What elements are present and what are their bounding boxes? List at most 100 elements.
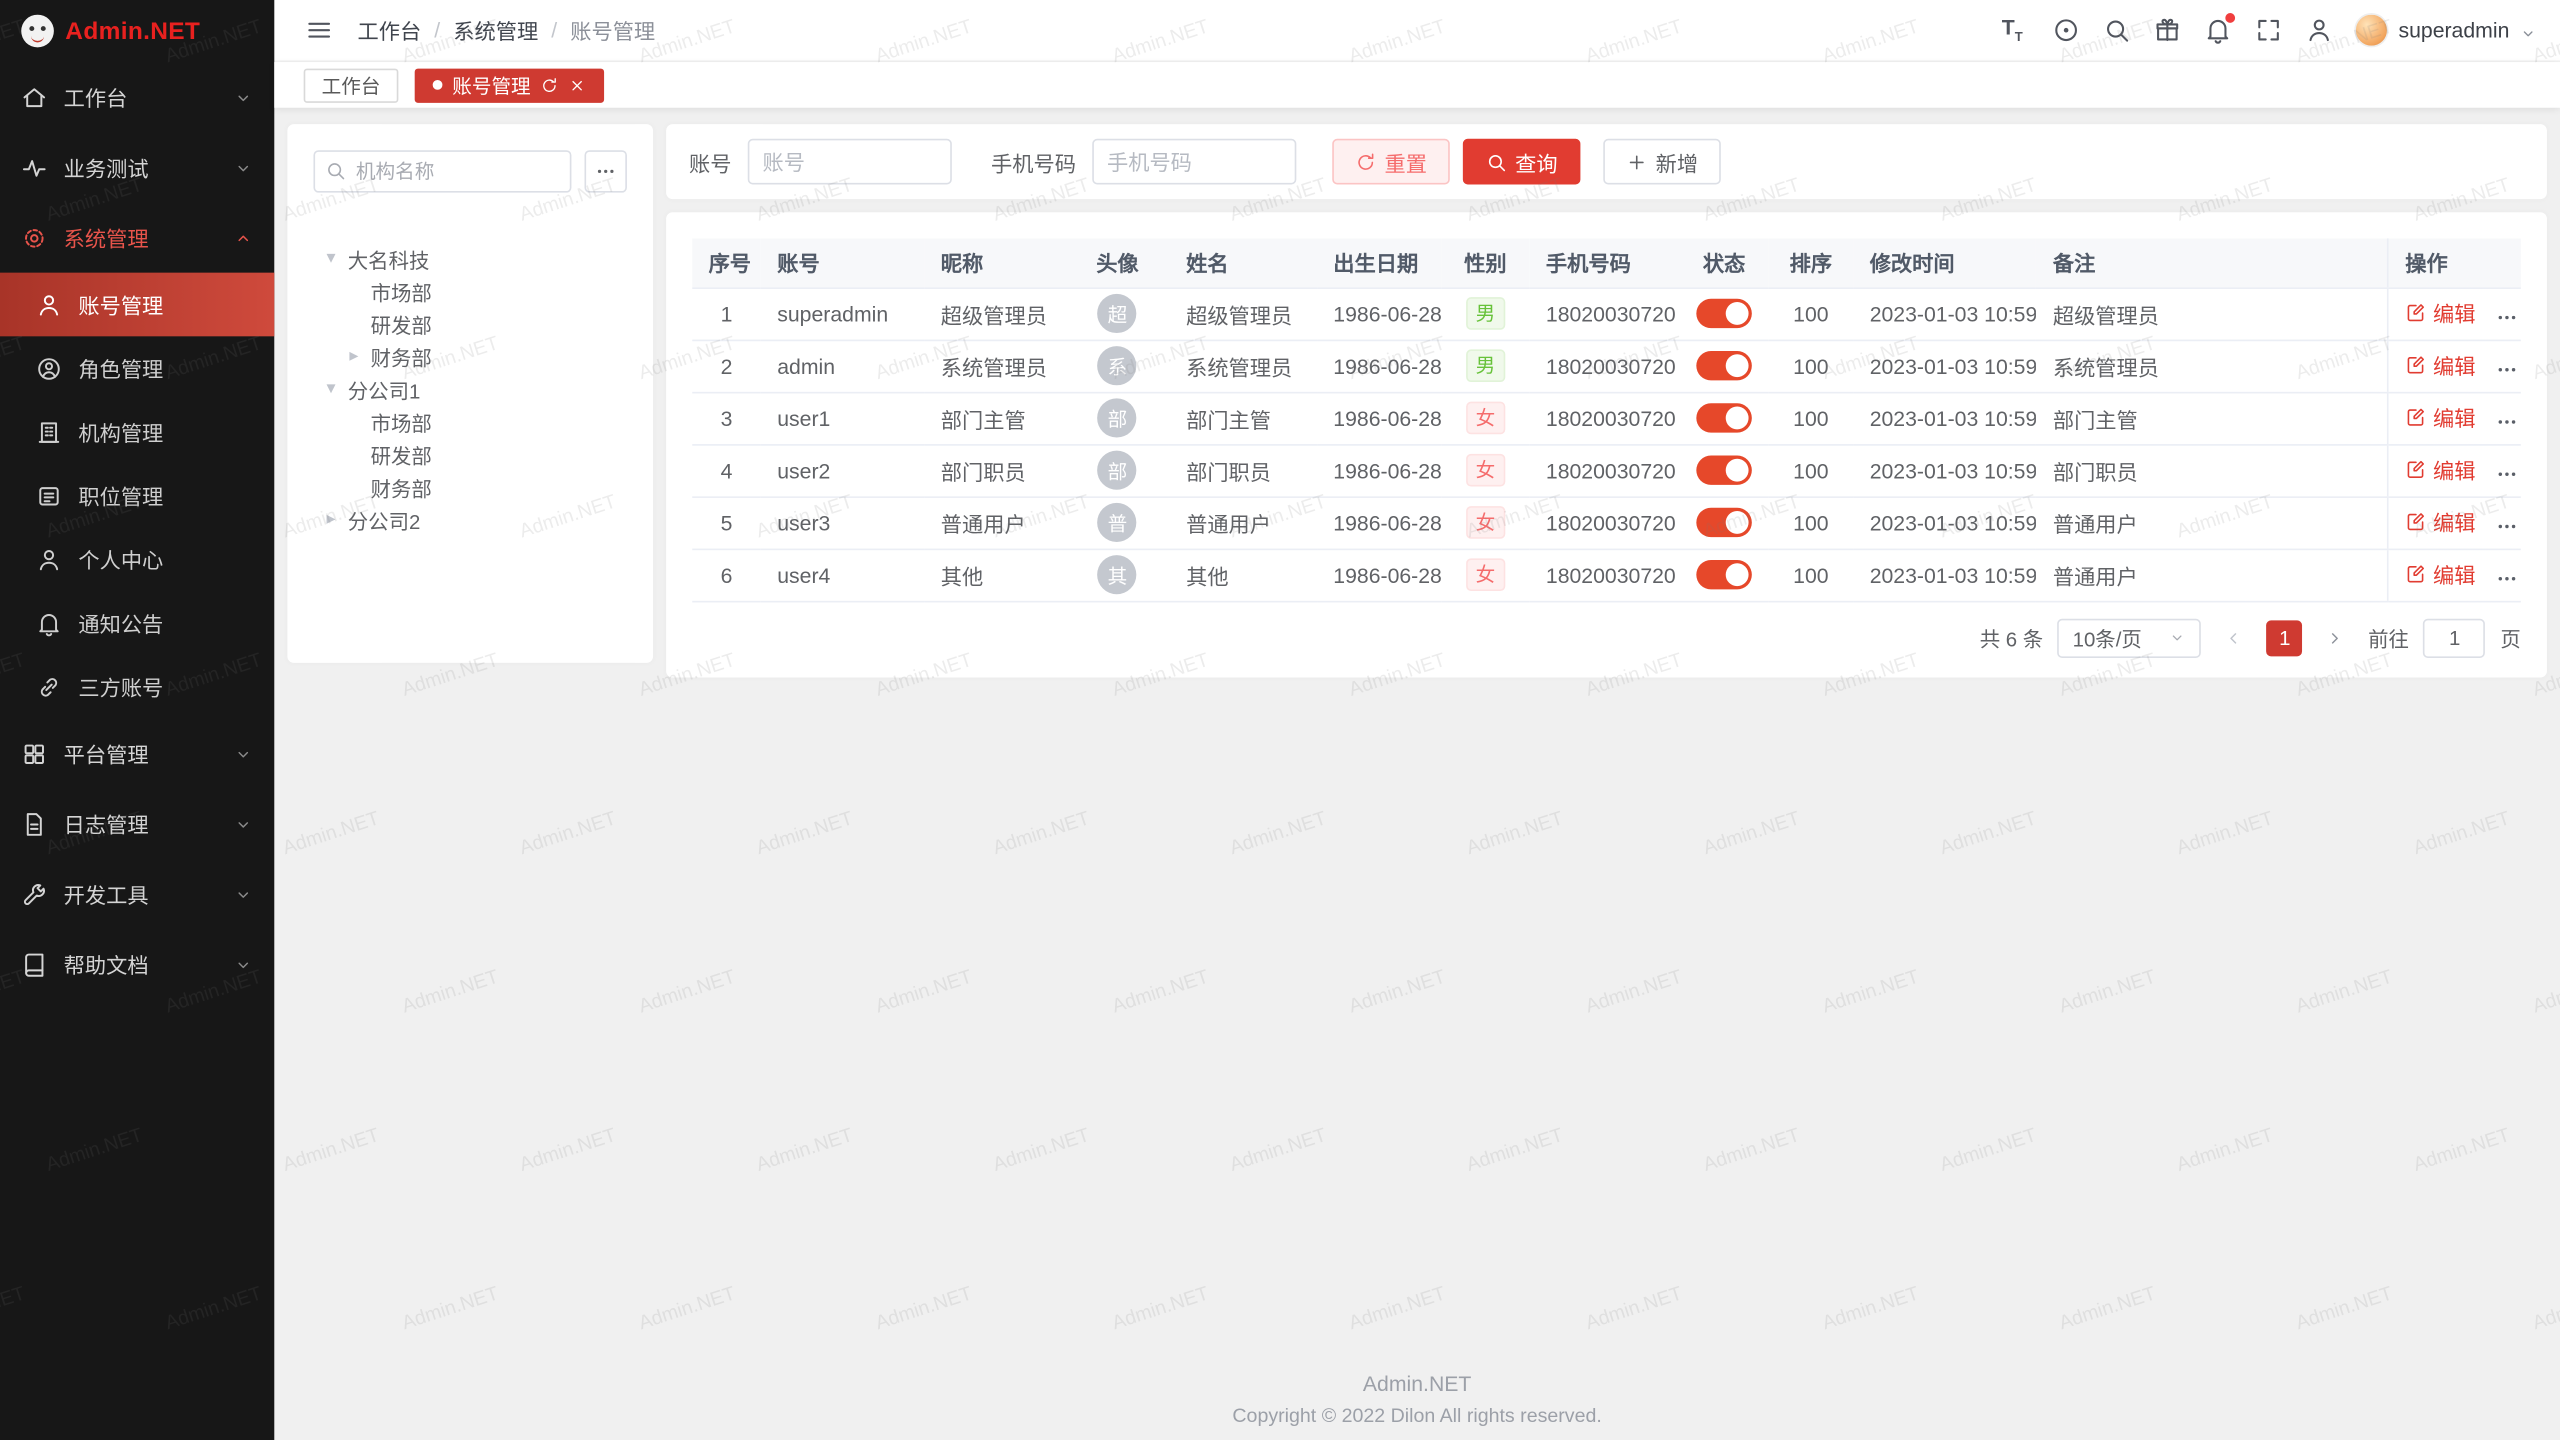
org-more-button[interactable] xyxy=(584,150,626,192)
sidebar-item-personal-center[interactable]: 个人中心 xyxy=(0,527,274,591)
tree-caret-icon[interactable]: ▾ xyxy=(327,380,348,398)
tree-node[interactable]: 市场部 xyxy=(313,405,626,438)
footer-title: Admin.NET xyxy=(274,1371,2560,1395)
account-input[interactable] xyxy=(748,139,952,185)
tab-workbench[interactable]: 工作台 xyxy=(304,68,399,102)
status-toggle[interactable] xyxy=(1696,508,1752,537)
tree-node[interactable]: 研发部 xyxy=(313,438,626,471)
tree-caret-icon[interactable]: ▸ xyxy=(349,347,370,365)
notifications-button[interactable] xyxy=(2196,8,2240,52)
tree-node[interactable]: 研发部 xyxy=(313,307,626,340)
tree-node[interactable]: 财务部 xyxy=(313,470,626,503)
status-toggle[interactable] xyxy=(1696,403,1752,432)
breadcrumb-item[interactable]: 工作台 xyxy=(358,15,422,46)
edit-button[interactable]: 编辑 xyxy=(2405,402,2475,433)
sidebar-item-label: 平台管理 xyxy=(64,738,149,769)
dashboard-button[interactable] xyxy=(2044,8,2088,52)
reset-button[interactable]: 重置 xyxy=(1332,139,1450,185)
tab-refresh-button[interactable] xyxy=(540,76,558,94)
row-more-button[interactable] xyxy=(2495,514,2519,538)
right-column: 账号 手机号码 重置 查询 新增 序号账号昵称头像姓名出生日期性别手机号码 xyxy=(666,124,2547,677)
prev-page-button[interactable] xyxy=(2216,620,2252,656)
cell-remark: 部门职员 xyxy=(2037,444,2389,496)
search-button[interactable]: 查询 xyxy=(1463,139,1581,185)
edit-button[interactable]: 编辑 xyxy=(2405,349,2475,380)
font-size-icon: TT xyxy=(2002,16,2030,44)
edit-button[interactable]: 编辑 xyxy=(2405,506,2475,537)
next-page-button[interactable] xyxy=(2318,620,2354,656)
sidebar-item-third-party-account[interactable]: 三方账号 xyxy=(0,655,274,719)
sidebar-item-org-management[interactable]: 机构管理 xyxy=(0,400,274,464)
cell-birthdate: 1986-06-28 xyxy=(1317,444,1441,496)
chevron-right-icon xyxy=(2326,628,2346,648)
cell-remark: 部门主管 xyxy=(2037,392,2389,444)
phone-input[interactable] xyxy=(1092,139,1296,185)
grid-icon xyxy=(21,740,47,766)
theme-button[interactable] xyxy=(2145,8,2189,52)
sidebar-item-help-docs[interactable]: 帮助文档 xyxy=(0,929,274,999)
sidebar-item-position-management[interactable]: 职位管理 xyxy=(0,464,274,528)
sidebar-item-notice-announcement[interactable]: 通知公告 xyxy=(0,591,274,655)
bell-icon xyxy=(36,610,62,636)
status-toggle[interactable] xyxy=(1696,456,1752,485)
fullscreen-button[interactable] xyxy=(2247,8,2291,52)
edit-icon xyxy=(2405,511,2426,532)
sidebar-item-system-management[interactable]: 系统管理 xyxy=(0,202,274,272)
tree-caret-icon[interactable]: ▾ xyxy=(327,249,348,267)
status-toggle[interactable] xyxy=(1696,560,1752,589)
more-icon xyxy=(594,160,617,183)
cell-remark: 超级管理员 xyxy=(2037,287,2389,339)
app-logo[interactable]: Admin.NET xyxy=(0,0,274,62)
user-menu[interactable]: superadmin xyxy=(2354,13,2537,47)
tree-caret-icon[interactable]: ▸ xyxy=(327,510,348,528)
edit-button[interactable]: 编辑 xyxy=(2405,558,2475,589)
collapse-menu-button[interactable] xyxy=(297,8,341,52)
goto-page-input[interactable] xyxy=(2424,618,2486,657)
status-toggle[interactable] xyxy=(1696,351,1752,380)
org-search-input[interactable] xyxy=(313,150,571,192)
sidebar-item-platform-management[interactable]: 平台管理 xyxy=(0,718,274,788)
more-icon xyxy=(2495,410,2519,434)
row-more-button[interactable] xyxy=(2495,462,2519,486)
sidebar-item-role-management[interactable]: 角色管理 xyxy=(0,336,274,400)
cell-gender: 男 xyxy=(1441,340,1529,392)
page-size-select[interactable]: 10条/页 xyxy=(2058,618,2202,657)
edit-button[interactable]: 编辑 xyxy=(2405,297,2475,328)
tree-node[interactable]: ▾分公司1 xyxy=(313,372,626,405)
add-button-label: 新增 xyxy=(1656,146,1698,177)
edit-button-label: 编辑 xyxy=(2433,349,2475,380)
current-page[interactable]: 1 xyxy=(2267,620,2303,656)
tree-node[interactable]: ▸分公司2 xyxy=(313,503,626,536)
cell-name: 系统管理员 xyxy=(1170,340,1317,392)
tree-node[interactable]: 市场部 xyxy=(313,274,626,307)
tab-close-button[interactable] xyxy=(568,76,586,94)
cell-account: superadmin xyxy=(761,287,925,339)
table-row: 3user1部门主管部部门主管1986-06-28女18020030720100… xyxy=(692,392,2521,444)
row-more-button[interactable] xyxy=(2495,358,2519,382)
sidebar-item-business-test[interactable]: 业务测试 xyxy=(0,132,274,202)
profile-button[interactable] xyxy=(2297,8,2341,52)
add-button[interactable]: 新增 xyxy=(1603,139,1721,185)
column-header: 修改时间 xyxy=(1853,238,2036,287)
tab-account-management[interactable]: 账号管理 xyxy=(415,68,604,102)
sidebar-item-log-management[interactable]: 日志管理 xyxy=(0,789,274,859)
font-size-button[interactable]: TT xyxy=(1994,8,2038,52)
breadcrumb-item[interactable]: 系统管理 xyxy=(453,15,538,46)
search-button[interactable] xyxy=(2095,8,2139,52)
book-icon xyxy=(21,951,47,977)
row-avatar: 超 xyxy=(1098,294,1137,333)
row-more-button[interactable] xyxy=(2495,410,2519,434)
tree-node[interactable]: ▸财务部 xyxy=(313,340,626,373)
status-toggle[interactable] xyxy=(1696,299,1752,328)
sidebar-item-account-management[interactable]: 账号管理 xyxy=(0,273,274,337)
query-toolbar: 账号 手机号码 重置 查询 新增 xyxy=(666,124,2547,199)
row-avatar: 部 xyxy=(1098,451,1137,490)
cell-phone: 18020030720 xyxy=(1530,392,1680,444)
sidebar-item-dev-tools[interactable]: 开发工具 xyxy=(0,859,274,929)
cell-nickname: 超级管理员 xyxy=(924,287,1065,339)
sidebar-item-workbench[interactable]: 工作台 xyxy=(0,62,274,132)
row-more-button[interactable] xyxy=(2495,305,2519,329)
tree-node[interactable]: ▾大名科技 xyxy=(313,242,626,275)
row-more-button[interactable] xyxy=(2495,567,2519,591)
edit-button[interactable]: 编辑 xyxy=(2405,454,2475,485)
